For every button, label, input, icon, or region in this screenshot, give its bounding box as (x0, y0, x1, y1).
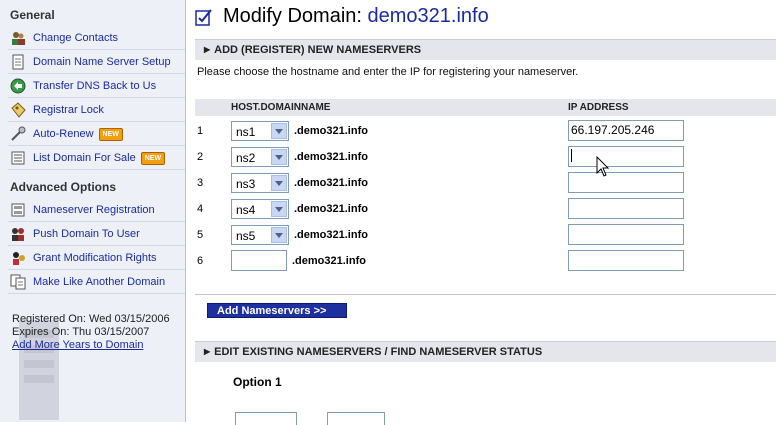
table-row: 1 ns1 .demo321.info 66.197.205.246 (195, 119, 776, 145)
sidebar-item-label: Registrar Lock (33, 104, 104, 116)
column-header-ip: IP ADDRESS (568, 102, 629, 113)
main-content: Modify Domain: demo321.info ▶ ADD (REGIST… (191, 0, 776, 425)
sidebar-item-push-domain[interactable]: Push Domain To User (0, 222, 185, 246)
expires-on: Expires On: Thu 03/15/2007 (12, 326, 150, 338)
row-number: 2 (197, 151, 204, 163)
sidebar-item-label: Domain Name Server Setup (33, 56, 171, 68)
domain-suffix: .demo321.info (294, 125, 368, 137)
server-icon (11, 203, 25, 217)
domain-suffix: .demo321.info (294, 177, 368, 189)
chevron-down-icon[interactable] (271, 201, 287, 217)
table-row: 6 .demo321.info (195, 249, 776, 275)
transfer-icon (10, 78, 26, 94)
chevron-down-icon[interactable] (271, 227, 287, 243)
lock-tag-icon (11, 102, 26, 118)
sidebar-item-label: Push Domain To User (33, 228, 140, 240)
section-title: EDIT EXISTING NAMESERVERS / FIND NAMESER… (214, 346, 543, 358)
sidebar-item-transfer-dns[interactable]: Transfer DNS Back to Us (0, 74, 185, 98)
host-select[interactable]: ns1 (231, 121, 289, 141)
chevron-down-icon[interactable] (271, 175, 287, 191)
sidebar-item-change-contacts[interactable]: Change Contacts (0, 26, 185, 50)
nameserver-table-header: HOST.DOMAINNAME IP ADDRESS (195, 99, 776, 116)
registered-on: Registered On: Wed 03/15/2006 (12, 313, 170, 325)
sidebar-item-registrar-lock[interactable]: Registrar Lock (0, 98, 185, 122)
ip-address-input[interactable] (568, 172, 684, 193)
renew-icon (11, 126, 26, 141)
row-number: 5 (197, 229, 204, 241)
row-number: 4 (197, 203, 204, 215)
ip-address-input[interactable] (568, 250, 684, 271)
table-row: 2 ns2 .demo321.info (195, 145, 776, 171)
chevron-down-icon[interactable] (271, 123, 287, 139)
text-caret (571, 149, 572, 162)
ip-address-input[interactable] (568, 224, 684, 245)
host-text-input[interactable] (231, 250, 287, 271)
sidebar-item-label: Auto-Renew (33, 128, 94, 140)
sidebar-item-make-like-another[interactable]: Make Like Another Domain (0, 270, 185, 294)
triangle-right-icon: ▶ (204, 45, 211, 54)
domain-suffix: .demo321.info (294, 203, 368, 215)
title-prefix: Modify Domain: (223, 5, 368, 27)
sidebar-item-label: Change Contacts (33, 32, 118, 44)
sidebar-item-dns-setup[interactable]: Domain Name Server Setup (0, 50, 185, 74)
sidebar-item-nameserver-registration[interactable]: Nameserver Registration (0, 198, 185, 222)
general-heading: General (10, 8, 55, 22)
sidebar-item-label: Nameserver Registration (33, 204, 155, 216)
host-select[interactable]: ns3 (231, 173, 289, 193)
divider (195, 294, 776, 295)
sidebar-item-label: Make Like Another Domain (33, 276, 166, 288)
mouse-pointer-icon (596, 156, 610, 177)
title-domain: demo321.info (367, 5, 489, 27)
new-badge: NEW (140, 151, 166, 165)
host-select[interactable]: ns2 (231, 147, 289, 167)
table-row: 5 ns5 .demo321.info (195, 223, 776, 249)
list-icon (11, 151, 25, 165)
chevron-down-icon[interactable] (271, 149, 287, 165)
sidebar-item-label: List Domain For Sale (33, 152, 136, 164)
domain-suffix: .demo321.info (294, 151, 368, 163)
row-number: 6 (197, 255, 204, 267)
sidebar-item-grant-rights[interactable]: Grant Modification Rights (0, 246, 185, 270)
ip-address-input[interactable] (568, 198, 684, 219)
push-user-icon (12, 228, 24, 241)
host-select[interactable]: ns5 (231, 225, 289, 245)
host-select[interactable]: ns4 (231, 199, 289, 219)
domain-suffix: .demo321.info (294, 229, 368, 241)
column-header-host: HOST.DOMAINNAME (231, 102, 331, 113)
sidebar-item-list-for-sale[interactable]: List Domain For Sale NEW (0, 146, 185, 170)
option-select[interactable] (235, 412, 297, 425)
copy-icon (10, 274, 26, 290)
domain-suffix: .demo321.info (292, 255, 366, 267)
sidebar-item-auto-renew[interactable]: Auto-Renew NEW (0, 122, 185, 146)
registration-info: Registered On: Wed 03/15/2006 Expires On… (12, 313, 170, 352)
row-number: 1 (197, 125, 204, 137)
new-badge: NEW (98, 127, 123, 141)
option-title: Option 1 (233, 375, 282, 389)
sidebar-item-label: Grant Modification Rights (33, 252, 157, 264)
add-more-years-link[interactable]: Add More Years to Domain (12, 339, 170, 352)
contacts-icon (12, 32, 25, 45)
add-nameservers-section-header[interactable]: ▶ ADD (REGISTER) NEW NAMESERVERS (195, 39, 776, 60)
sidebar: General Change Contacts Domain Name Serv… (0, 0, 186, 422)
table-row: 3 ns3 .demo321.info (195, 171, 776, 197)
edit-nameservers-section-header[interactable]: ▶ EDIT EXISTING NAMESERVERS / FIND NAMESE… (195, 341, 776, 362)
document-icon (12, 54, 24, 70)
ip-address-input[interactable] (568, 146, 684, 167)
grant-icon (13, 252, 25, 265)
advanced-options-heading: Advanced Options (10, 180, 117, 194)
checklist-icon (195, 9, 212, 26)
row-number: 3 (197, 177, 204, 189)
triangle-right-icon: ▶ (204, 347, 211, 356)
table-row: 4 ns4 .demo321.info (195, 197, 776, 223)
add-nameservers-button[interactable]: Add Nameservers >> (207, 303, 347, 318)
ip-address-input[interactable]: 66.197.205.246 (568, 120, 684, 141)
option-text-input[interactable] (327, 412, 385, 425)
sidebar-item-label: Transfer DNS Back to Us (33, 80, 157, 92)
section-title: ADD (REGISTER) NEW NAMESERVERS (214, 44, 422, 56)
description-text: Please choose the hostname and enter the… (197, 66, 579, 78)
